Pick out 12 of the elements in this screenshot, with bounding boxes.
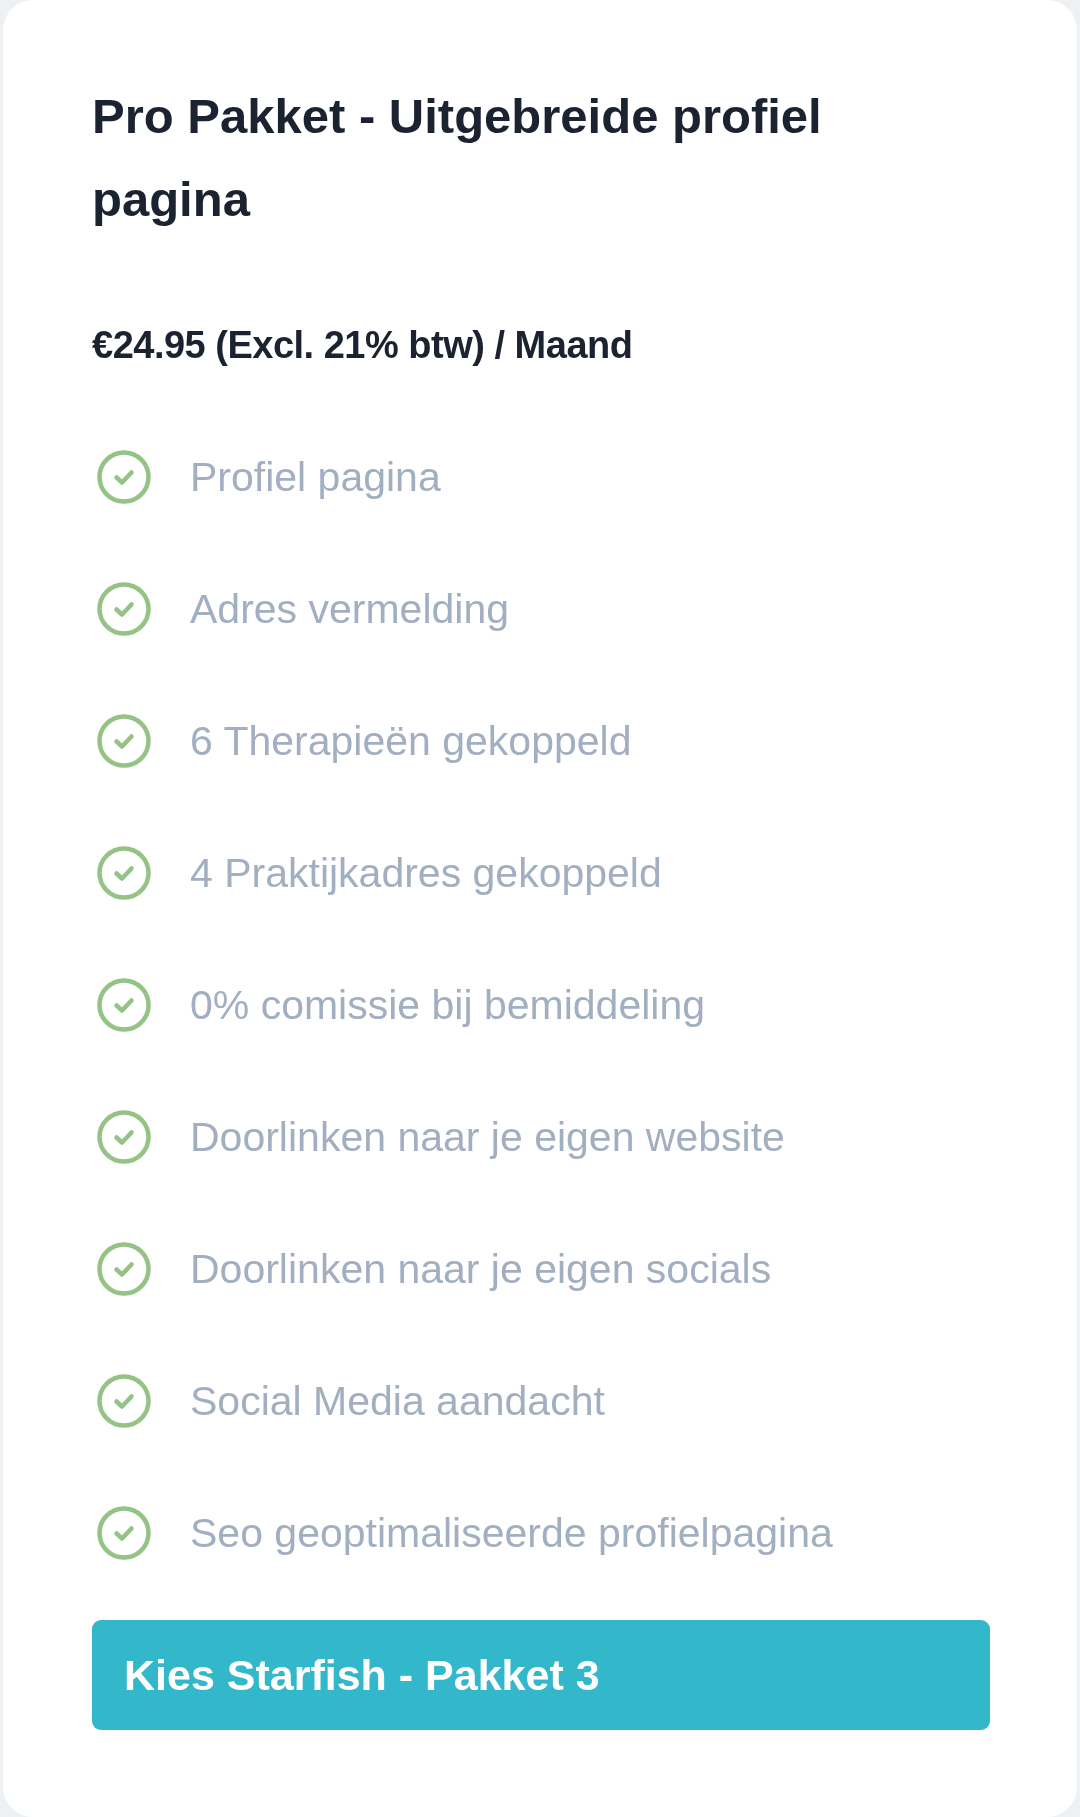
choose-plan-button[interactable]: Kies Starfish - Pakket 3 <box>92 1620 990 1730</box>
feature-label: Social Media aandacht <box>190 1377 605 1426</box>
feature-label: 4 Praktijkadres gekoppeld <box>190 849 662 898</box>
feature-label: 6 Therapieën gekoppeld <box>190 717 632 766</box>
feature-label: Doorlinken naar je eigen website <box>190 1113 785 1162</box>
feature-label: Adres vermelding <box>190 585 510 634</box>
feature-label: Profiel pagina <box>190 453 441 502</box>
plan-title: Pro Pakket - Uitgebreide profiel pagina <box>92 88 823 228</box>
feature-label: Doorlinken naar je eigen socials <box>190 1245 772 1294</box>
feature-label: Seo geoptimaliseerde profielpagina <box>190 1509 833 1558</box>
feature-label: 0% comissie bij bemiddeling <box>190 981 706 1030</box>
plan-price: €24.95 (Excl. 21% btw) / Maand <box>92 323 634 368</box>
